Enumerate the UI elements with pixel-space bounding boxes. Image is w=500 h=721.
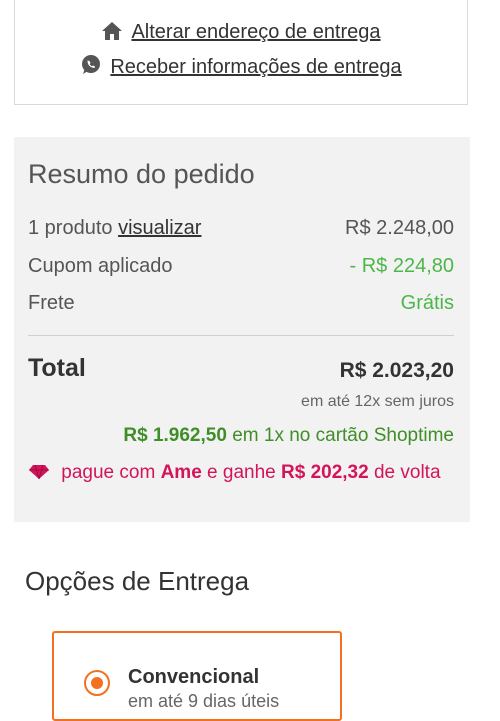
coupon-value: - R$ 224,80: [349, 255, 454, 277]
delivery-option-radio[interactable]: [84, 670, 110, 696]
radio-selected-dot: [91, 677, 103, 689]
card-price: R$ 1.962,50: [123, 425, 227, 446]
summary-title: Resumo do pedido: [28, 159, 255, 189]
shipping-value: Grátis: [400, 292, 454, 314]
total-label: Total: [28, 354, 86, 382]
ame-cashback-line: pague com Ame e ganhe R$ 202,32 de volta: [28, 462, 454, 486]
ame-text-mid: e ganhe: [207, 462, 276, 483]
shipping-label: Frete: [28, 292, 75, 314]
products-value: R$ 2.248,00: [345, 217, 454, 239]
change-address-label: Alterar endereço de entrega: [131, 21, 381, 43]
delivery-option-subtitle: em até 9 dias úteis: [128, 691, 280, 711]
coupon-label: Cupom aplicado: [28, 255, 173, 277]
products-label: 1 produto: [28, 217, 113, 239]
ame-text-post: de volta: [373, 462, 441, 483]
home-icon: [101, 21, 123, 47]
installments-text: em até 12x sem juros: [301, 393, 454, 410]
delivery-options-title: Opções de Entrega: [25, 566, 250, 596]
summary-divider: [28, 335, 454, 336]
receive-info-link[interactable]: Receber informações de entrega: [15, 54, 467, 82]
order-summary-panel: Resumo do pedido 1 produto visualizar R$…: [14, 137, 470, 522]
ame-brand: Ame: [160, 462, 202, 483]
total-value: R$ 2.023,20: [339, 359, 454, 382]
receive-info-label: Receber informações de entrega: [110, 56, 402, 78]
ame-amount: R$ 202,32: [281, 462, 369, 483]
whatsapp-icon: [80, 54, 102, 82]
address-actions-box: Alterar endereço de entrega Receber info…: [14, 0, 468, 105]
delivery-option-card[interactable]: Convencional em até 9 dias úteis: [52, 631, 342, 721]
ame-text-pre: pague com: [61, 462, 156, 483]
change-address-link[interactable]: Alterar endereço de entrega: [15, 21, 467, 47]
delivery-option-name: Convencional: [128, 666, 260, 688]
diamond-icon: [28, 464, 50, 486]
card-offer: R$ 1.962,50 em 1x no cartão Shoptime: [123, 425, 454, 447]
view-products-link[interactable]: visualizar: [118, 217, 201, 239]
card-text: em 1x no cartão Shoptime: [232, 425, 454, 446]
